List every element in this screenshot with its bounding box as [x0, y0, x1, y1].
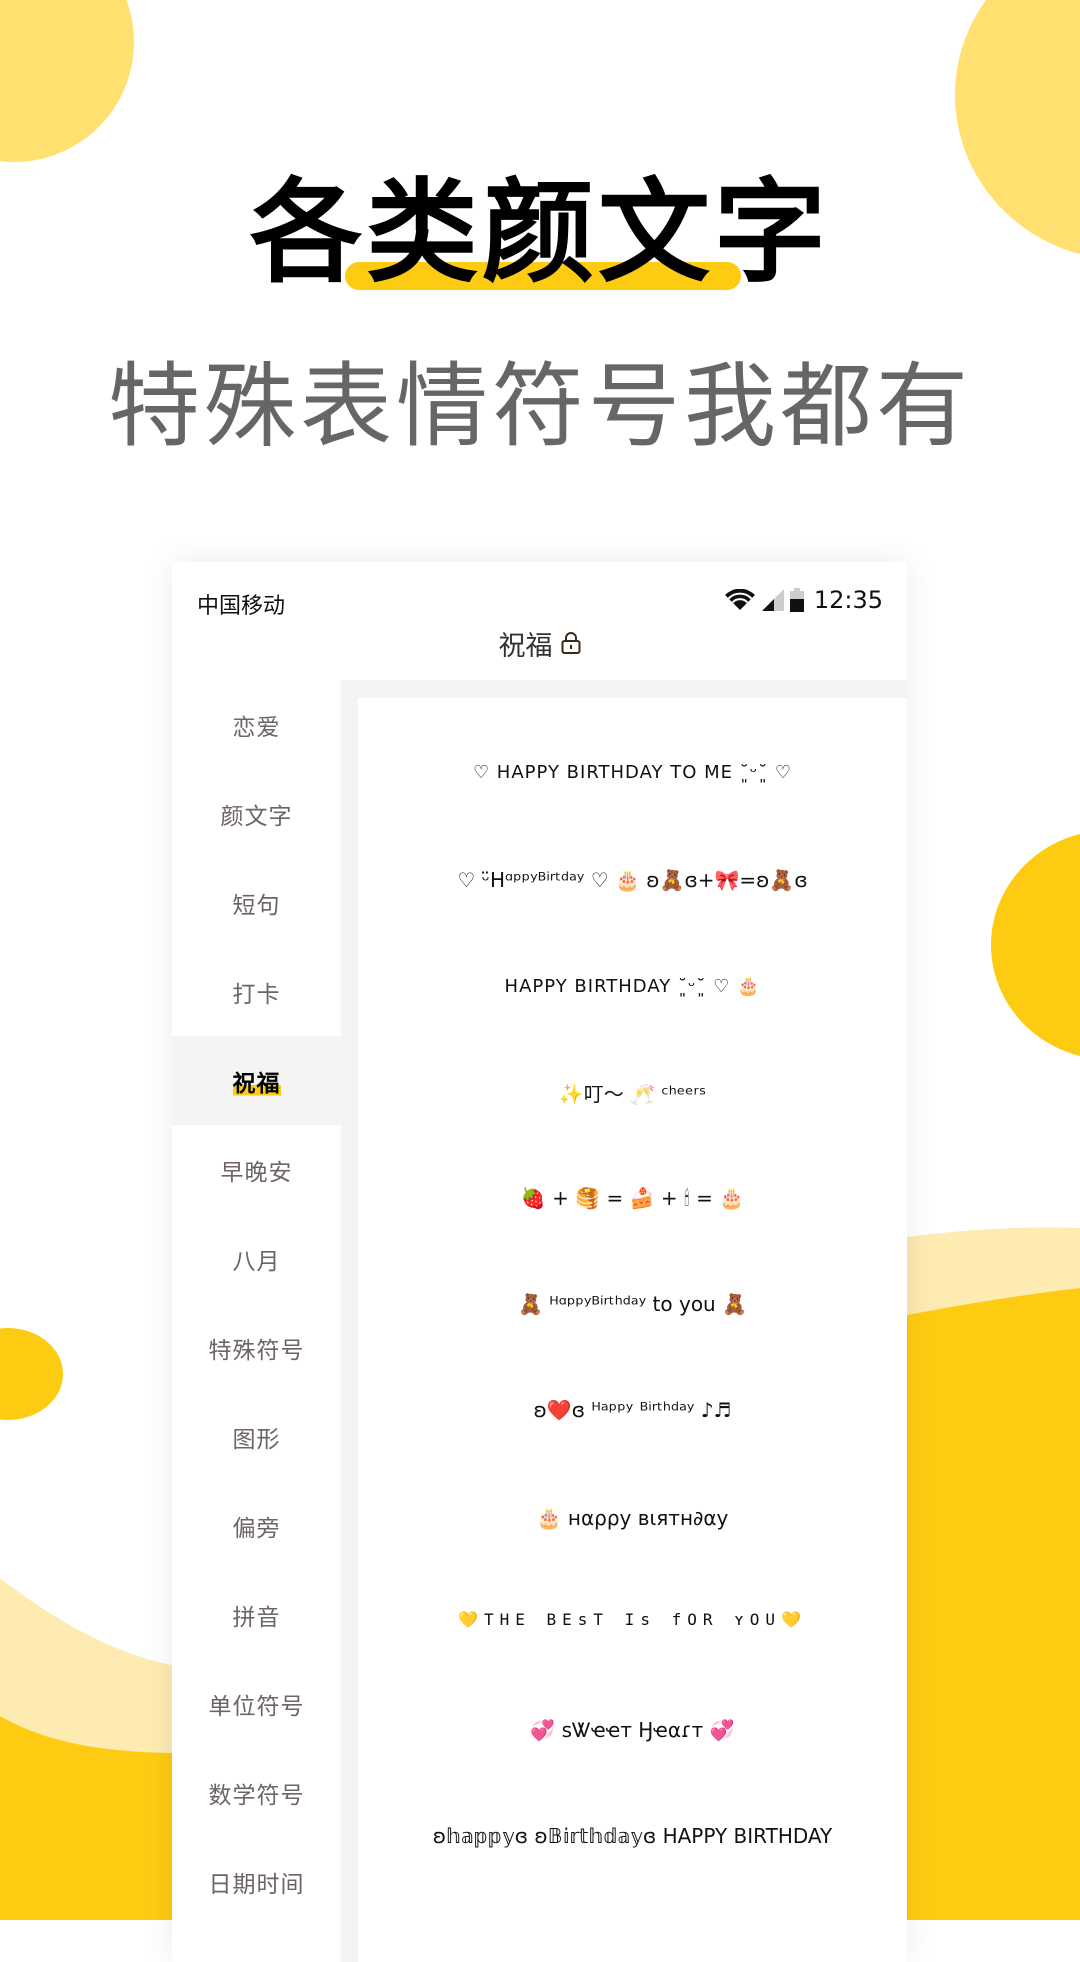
wifi-icon — [724, 589, 755, 610]
sidebar-item-label: 数学符号 — [208, 1782, 305, 1809]
list-item[interactable]: 🧸 ᴴᵅᵖᵖʸᴮⁱʳᵗʰᵈᵃʸ to you 🧸 — [358, 1292, 907, 1316]
sidebar-item-pinyin[interactable]: 拼音 — [172, 1570, 341, 1659]
sidebar-item-radicals[interactable]: 偏旁 — [172, 1481, 341, 1570]
sidebar-item-august[interactable]: 八月 — [172, 1214, 341, 1303]
sidebar-item-label: 单位符号 — [208, 1693, 305, 1720]
list-item[interactable]: ✨叮～ 🥂 ᶜʰᵉᵉʳˢ — [358, 1078, 907, 1107]
sidebar-item-label: 图形 — [232, 1426, 281, 1453]
sidebar-item-unit-symbols[interactable]: 单位符号 — [172, 1659, 341, 1748]
sidebar-item-label: 早晚安 — [220, 1159, 293, 1186]
hero-title: 各类颜文字 — [250, 168, 830, 298]
sidebar-item-math-symbols[interactable]: 数学符号 — [172, 1748, 341, 1837]
list-item[interactable]: 💛THE BEsT Is fOR ʏOU💛 — [358, 1610, 907, 1629]
list-item[interactable]: 💞 sᏔҽҽт Ӈҽαɾт 💞 — [358, 1718, 907, 1742]
status-time: 12:35 — [813, 586, 883, 614]
sidebar-item-label: 祝福 — [232, 1063, 281, 1098]
list-item[interactable]: HAPPY BIRTHDAY ˘͈ᵕ˘͈ ♡ 🎂 — [358, 976, 907, 997]
sidebar-item-blessings[interactable]: 祝福 — [172, 1036, 341, 1125]
sidebar-item-love[interactable]: 恋爱 — [172, 680, 341, 769]
sidebar-item-short-phrases[interactable]: 短句 — [172, 858, 341, 947]
sidebar-item-label: 日期时间 — [208, 1871, 305, 1898]
list-item[interactable]: ♡ ᵕ̈Hᵅᵖᵖʸᴮⁱʳᵗᵈᵃʸ ♡ 🎂 ʚ🧸ɞ+🎀=ʚ🧸ɞ — [358, 868, 907, 892]
sidebar-item-good-morning-night[interactable]: 早晚安 — [172, 1125, 341, 1214]
wave-dark-right — [907, 1288, 1080, 1920]
sidebar-item-date-time[interactable]: 日期时间 — [172, 1837, 341, 1926]
emoticon-list: ♡ HAPPY BIRTHDAY TO ME ˘͈ᵕ˘͈ ♡ ♡ ᵕ̈Hᵅᵖᵖʸ… — [358, 698, 907, 1962]
sidebar-item-label: 恋爱 — [232, 714, 281, 741]
nav-title: 祝福 — [498, 630, 553, 662]
status-bar: 中国移动 12:35 — [172, 562, 907, 622]
list-item[interactable]: ʚ❤️ɞ ᴴᵃᵖᵖʸ ᴮⁱʳᵗʰᵈᵃʸ ♪♬ — [358, 1398, 907, 1422]
carrier-label: 中国移动 — [197, 594, 286, 619]
sidebar-item-check-in[interactable]: 打卡 — [172, 947, 341, 1036]
sidebar-item-shapes[interactable]: 图形 — [172, 1392, 341, 1481]
sidebar-item-label: 打卡 — [232, 981, 281, 1008]
list-item[interactable]: ʚ𝕙𝕒𝕡𝕡𝕪ɞ ʚ𝔹𝕚𝕣𝕥𝕙𝕕𝕒𝕪ɞ HAPPY BIRTHDAY — [358, 1824, 907, 1848]
lock-icon[interactable] — [561, 631, 581, 655]
sidebar-item-kaomoji[interactable]: 颜文字 — [172, 769, 341, 858]
list-item[interactable]: 🍓 + 🥞 = 🍰 + 🕯 = 🎂 — [358, 1186, 907, 1210]
battery-icon — [789, 588, 804, 612]
sidebar-item-label: 特殊符号 — [208, 1337, 305, 1364]
phone-mockup: 中国移动 12:35 祝福 恋爱 颜文字 短句 打卡 祝福 早晚安 八月 特殊符… — [172, 562, 907, 1962]
sidebar-item-label: 拼音 — [232, 1604, 281, 1631]
category-sidebar: 恋爱 颜文字 短句 打卡 祝福 早晚安 八月 特殊符号 图形 偏旁 拼音 单位符… — [172, 680, 341, 1962]
sidebar-item-label: 八月 — [232, 1248, 281, 1275]
sidebar-item-label: 偏旁 — [232, 1515, 281, 1542]
signal-icon — [761, 589, 784, 611]
list-item[interactable]: 🎂 нαρρу вιятн∂αу — [358, 1506, 907, 1530]
sidebar-item-label: 短句 — [232, 892, 281, 919]
list-item[interactable]: ♡ HAPPY BIRTHDAY TO ME ˘͈ᵕ˘͈ ♡ — [358, 762, 907, 783]
sidebar-item-label: 颜文字 — [220, 803, 293, 830]
hero-subtitle: 特殊表情符号我都有 — [107, 353, 972, 460]
sidebar-item-special-symbols[interactable]: 特殊符号 — [172, 1303, 341, 1392]
nav-bar: 祝福 — [172, 620, 907, 666]
